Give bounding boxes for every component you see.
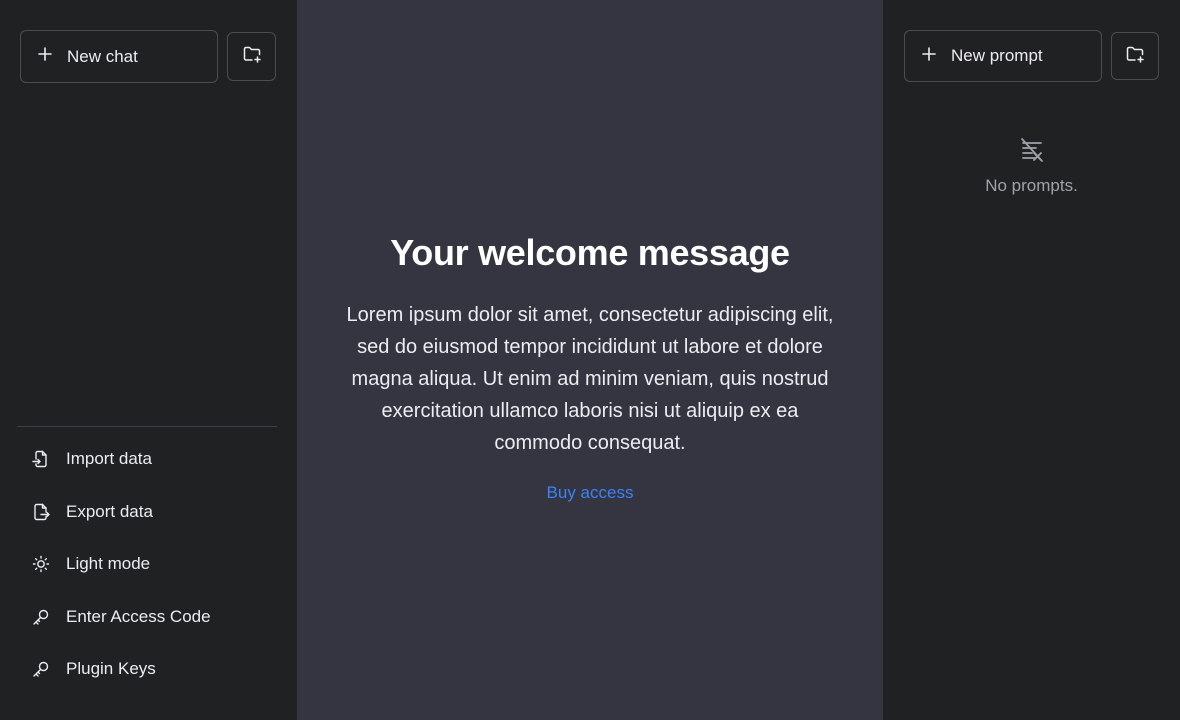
settings-menu: Import data Export data Light mode Enter…	[17, 433, 277, 696]
new-prompt-folder-button[interactable]	[1111, 32, 1159, 80]
prompt-sidebar: New prompt No prompts.	[883, 0, 1180, 720]
plugin-keys-button[interactable]: Plugin Keys	[17, 643, 277, 696]
main-panel: Your welcome message Lorem ipsum dolor s…	[297, 0, 883, 720]
new-chat-label: New chat	[67, 46, 138, 66]
file-export-icon	[31, 502, 51, 522]
plus-icon	[37, 46, 53, 67]
new-chat-button[interactable]: New chat	[20, 30, 218, 83]
folder-plus-icon	[1125, 44, 1145, 69]
folder-plus-icon	[242, 44, 262, 69]
enter-access-code-button[interactable]: Enter Access Code	[17, 591, 277, 644]
prompts-empty-state: No prompts.	[883, 136, 1180, 196]
plugin-keys-label: Plugin Keys	[66, 659, 156, 679]
light-mode-label: Light mode	[66, 554, 151, 574]
plus-icon	[921, 46, 937, 67]
new-prompt-button[interactable]: New prompt	[904, 30, 1102, 82]
prompt-sidebar-top: New prompt	[904, 30, 1159, 82]
enter-access-code-label: Enter Access Code	[66, 606, 211, 626]
import-data-button[interactable]: Import data	[17, 433, 277, 486]
import-data-label: Import data	[66, 449, 152, 469]
welcome-body: Lorem ipsum dolor sit amet, consectetur …	[346, 304, 834, 454]
chat-sidebar-top: New chat	[20, 30, 276, 83]
key-icon	[31, 607, 51, 627]
export-data-button[interactable]: Export data	[17, 486, 277, 539]
new-prompt-label: New prompt	[951, 46, 1043, 65]
app-root: New chat Import data Export data Light m…	[0, 0, 1180, 720]
sidebar-divider	[17, 426, 277, 427]
file-import-icon	[31, 449, 51, 469]
export-data-label: Export data	[66, 501, 153, 521]
light-mode-button[interactable]: Light mode	[17, 538, 277, 591]
buy-access-link[interactable]: Buy access	[297, 483, 883, 503]
key-icon	[31, 659, 51, 679]
chat-sidebar: New chat Import data Export data Light m…	[0, 0, 297, 720]
sun-icon	[31, 554, 51, 574]
welcome-title: Your welcome message	[390, 232, 790, 273]
no-prompts-text: No prompts.	[985, 176, 1078, 195]
no-prompts-icon	[883, 136, 1180, 164]
new-folder-button[interactable]	[227, 32, 276, 81]
